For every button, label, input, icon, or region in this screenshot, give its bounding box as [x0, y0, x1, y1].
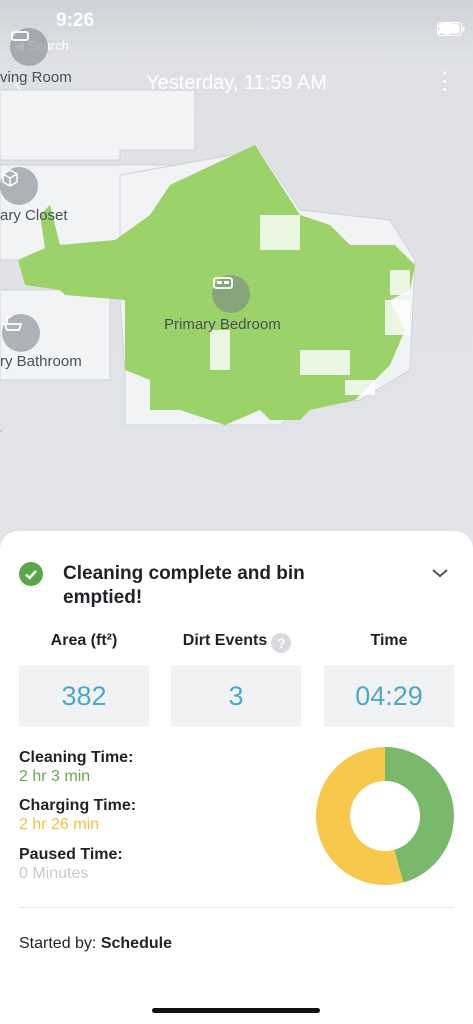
- area-label: Area (ft²): [50, 632, 118, 649]
- status-bar: 9:26 ◀ Search: [0, 0, 473, 60]
- charging-time-value: 2 hr 26 min: [19, 816, 100, 833]
- status-message: Cleaning complete and bin emptied!: [63, 563, 305, 608]
- bathtub-icon[interactable]: [2, 314, 40, 352]
- dirt-events-value: 3: [171, 665, 301, 727]
- room-label-living: ving Room: [0, 69, 72, 86]
- room-label-bathroom: ry Bathroom: [0, 353, 82, 370]
- chevron-down-icon[interactable]: [431, 566, 449, 584]
- area-value: 382: [19, 665, 149, 727]
- time-value: 04:29: [324, 665, 454, 727]
- check-icon: [19, 562, 43, 586]
- started-by-value: Schedule: [100, 935, 172, 952]
- cleaning-time-value: 2 hr 3 min: [19, 768, 91, 785]
- cleaning-time-label: Cleaning Time:: [19, 749, 134, 766]
- time-breakdown-donut: [316, 747, 454, 885]
- cleaning-map[interactable]: 9:26 ◀ Search ‹ Yesterday, 11:59 AM ⋮: [0, 0, 473, 560]
- help-icon[interactable]: ?: [271, 633, 292, 653]
- clock: 9:26: [56, 10, 95, 31]
- sofa-icon[interactable]: [10, 28, 48, 66]
- battery-icon: [437, 22, 465, 36]
- started-by-label: Started by:: [19, 935, 97, 952]
- home-indicator[interactable]: [152, 1008, 320, 1013]
- room-label-bedroom: Primary Bedroom: [164, 316, 281, 333]
- dirt-events-label: Dirt Events: [182, 632, 268, 649]
- closet-icon[interactable]: [0, 167, 38, 205]
- room-label-closet: ary Closet: [0, 207, 68, 224]
- more-menu-icon[interactable]: ⋮: [433, 70, 457, 94]
- charging-time-label: Charging Time:: [19, 797, 137, 814]
- started-by: Started by: Schedule: [19, 935, 172, 953]
- paused-time-label: Paused Time:: [19, 846, 123, 863]
- bed-icon[interactable]: [212, 275, 250, 313]
- time-label: Time: [370, 632, 408, 649]
- dirt-events-header: Dirt Events?: [166, 632, 308, 653]
- paused-time-value: 0 Minutes: [19, 865, 89, 882]
- divider: [19, 907, 454, 908]
